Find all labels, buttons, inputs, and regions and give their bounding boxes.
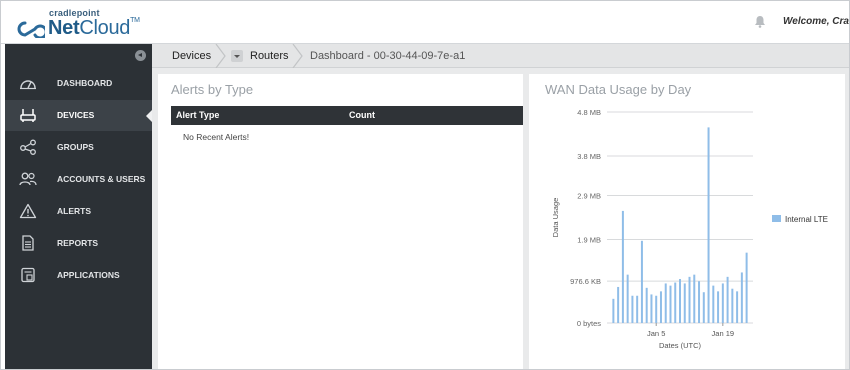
sidebar-item-reports[interactable]: REPORTS — [5, 228, 152, 259]
welcome-user-text[interactable]: Welcome, Cradl — [783, 16, 849, 27]
users-icon — [19, 172, 37, 186]
y-tick-label: 4.8 MB — [577, 108, 601, 117]
sidebar-item-accounts-users[interactable]: ACCOUNTS & USERS — [5, 164, 152, 195]
chart-bar — [712, 285, 715, 323]
chart-bar — [731, 288, 734, 323]
sidebar-item-label: REPORTS — [57, 238, 99, 248]
chart-bar — [693, 274, 696, 323]
chart-bar — [717, 291, 720, 323]
chart-bar — [640, 240, 643, 323]
sidebar-nav: DASHBOARD DEVICES GROUPS ACCOUNTS & USER… — [5, 44, 152, 369]
sidebar-item-label: ACCOUNTS & USERS — [57, 174, 146, 184]
sidebar-item-label: ALERTS — [57, 206, 91, 216]
y-axis-label: Data Usage — [551, 198, 560, 238]
x-tick-label: Jan 5 — [647, 329, 665, 338]
breadcrumb-separator-icon — [215, 44, 226, 68]
apps-icon — [21, 267, 35, 283]
netcloud-logo[interactable]: cradlepoint NetCloudTM — [15, 8, 165, 40]
breadcrumb-devices[interactable]: Devices — [172, 50, 211, 62]
column-header-count[interactable]: Count — [349, 110, 375, 120]
chart-bar — [679, 279, 681, 323]
sidebar-item-alerts[interactable]: ALERTS — [5, 196, 152, 227]
breadcrumb-current: Dashboard - 00-30-44-09-7e-a1 — [310, 50, 466, 62]
chart-bar — [650, 294, 653, 323]
share-nodes-icon — [20, 139, 36, 155]
alerts-panel: Alerts by Type Alert Type Count No Recen… — [158, 74, 523, 369]
sidebar-item-label: DASHBOARD — [57, 78, 113, 88]
legend-swatch — [772, 215, 781, 222]
chart-bar — [664, 283, 667, 323]
warning-icon — [19, 203, 37, 219]
x-tick-label: Jan 19 — [712, 329, 735, 338]
chart-bar — [617, 286, 620, 323]
breadcrumb: Devices Routers Dashboard - 00-30-44-09-… — [152, 44, 849, 68]
router-icon — [20, 109, 36, 122]
y-tick-label: 976.6 KB — [570, 277, 601, 286]
chart-bar — [659, 291, 662, 323]
chart-bar — [726, 276, 729, 323]
logo-product-name: NetCloudTM — [48, 17, 140, 39]
document-icon — [22, 235, 34, 251]
y-tick-label: 0 bytes — [577, 319, 601, 328]
sidebar-item-devices[interactable]: DEVICES — [5, 100, 152, 131]
routers-dropdown-icon[interactable] — [231, 50, 243, 62]
alerts-empty-message: No Recent Alerts! — [183, 132, 250, 142]
cradlepoint-logo-icon — [17, 21, 45, 38]
chart-bar — [721, 283, 724, 323]
sidebar-item-dashboard[interactable]: DASHBOARD — [5, 68, 152, 99]
chart-bar — [707, 127, 710, 323]
sidebar-item-label: DEVICES — [57, 110, 95, 120]
chart-bar — [655, 295, 658, 323]
chart-bar — [698, 281, 701, 323]
x-axis-label: Dates (UTC) — [659, 341, 702, 350]
chart-bar — [636, 295, 639, 323]
breadcrumb-separator-icon — [292, 44, 303, 68]
bell-icon[interactable] — [754, 15, 766, 28]
wan-usage-chart: 0 bytes 976.6 KB 1.9 MB 2.9 MB 3.8 MB 4.8 MB J… — [551, 108, 828, 350]
chart-bar — [612, 298, 615, 323]
y-tick-label: 1.9 MB — [577, 235, 601, 244]
chart-bar — [740, 272, 743, 323]
legend-label: Internal LTE — [785, 215, 828, 224]
gauge-icon — [20, 80, 36, 90]
dashboard-content: Alerts by Type Alert Type Count No Recen… — [152, 68, 849, 369]
sidebar-item-label: GROUPS — [57, 142, 94, 152]
chart-bar — [669, 285, 672, 323]
sidebar-item-label: APPLICATIONS — [57, 270, 120, 280]
y-tick-label: 2.9 MB — [577, 192, 601, 201]
sidebar-item-groups[interactable]: GROUPS — [5, 132, 152, 163]
chart-bar — [674, 282, 677, 323]
chart-bar — [631, 295, 634, 323]
chart-bar — [683, 283, 686, 323]
chart-bar — [688, 276, 691, 323]
alerts-panel-title: Alerts by Type — [171, 82, 254, 97]
y-tick-label: 3.8 MB — [577, 152, 601, 161]
chart-bar — [621, 210, 624, 323]
wan-usage-panel: WAN Data Usage by Day 0 bytes 976.6 KB 1.9… — [529, 74, 845, 369]
app-window: cradlepoint NetCloudTM Welcome, Cradl DA… — [0, 0, 850, 370]
chart-bar — [702, 292, 705, 323]
chart-bar — [645, 287, 648, 323]
breadcrumb-routers[interactable]: Routers — [250, 50, 289, 62]
column-header-alert-type[interactable]: Alert Type — [176, 110, 219, 120]
chart-bar — [736, 291, 739, 323]
chart-bar — [745, 252, 748, 323]
collapse-sidebar-icon[interactable] — [135, 50, 146, 61]
top-header: cradlepoint NetCloudTM Welcome, Cradl — [1, 1, 849, 44]
alerts-table-header: Alert Type Count — [171, 106, 523, 125]
chart-bar — [626, 274, 629, 323]
sidebar-item-applications[interactable]: APPLICATIONS — [5, 260, 152, 291]
